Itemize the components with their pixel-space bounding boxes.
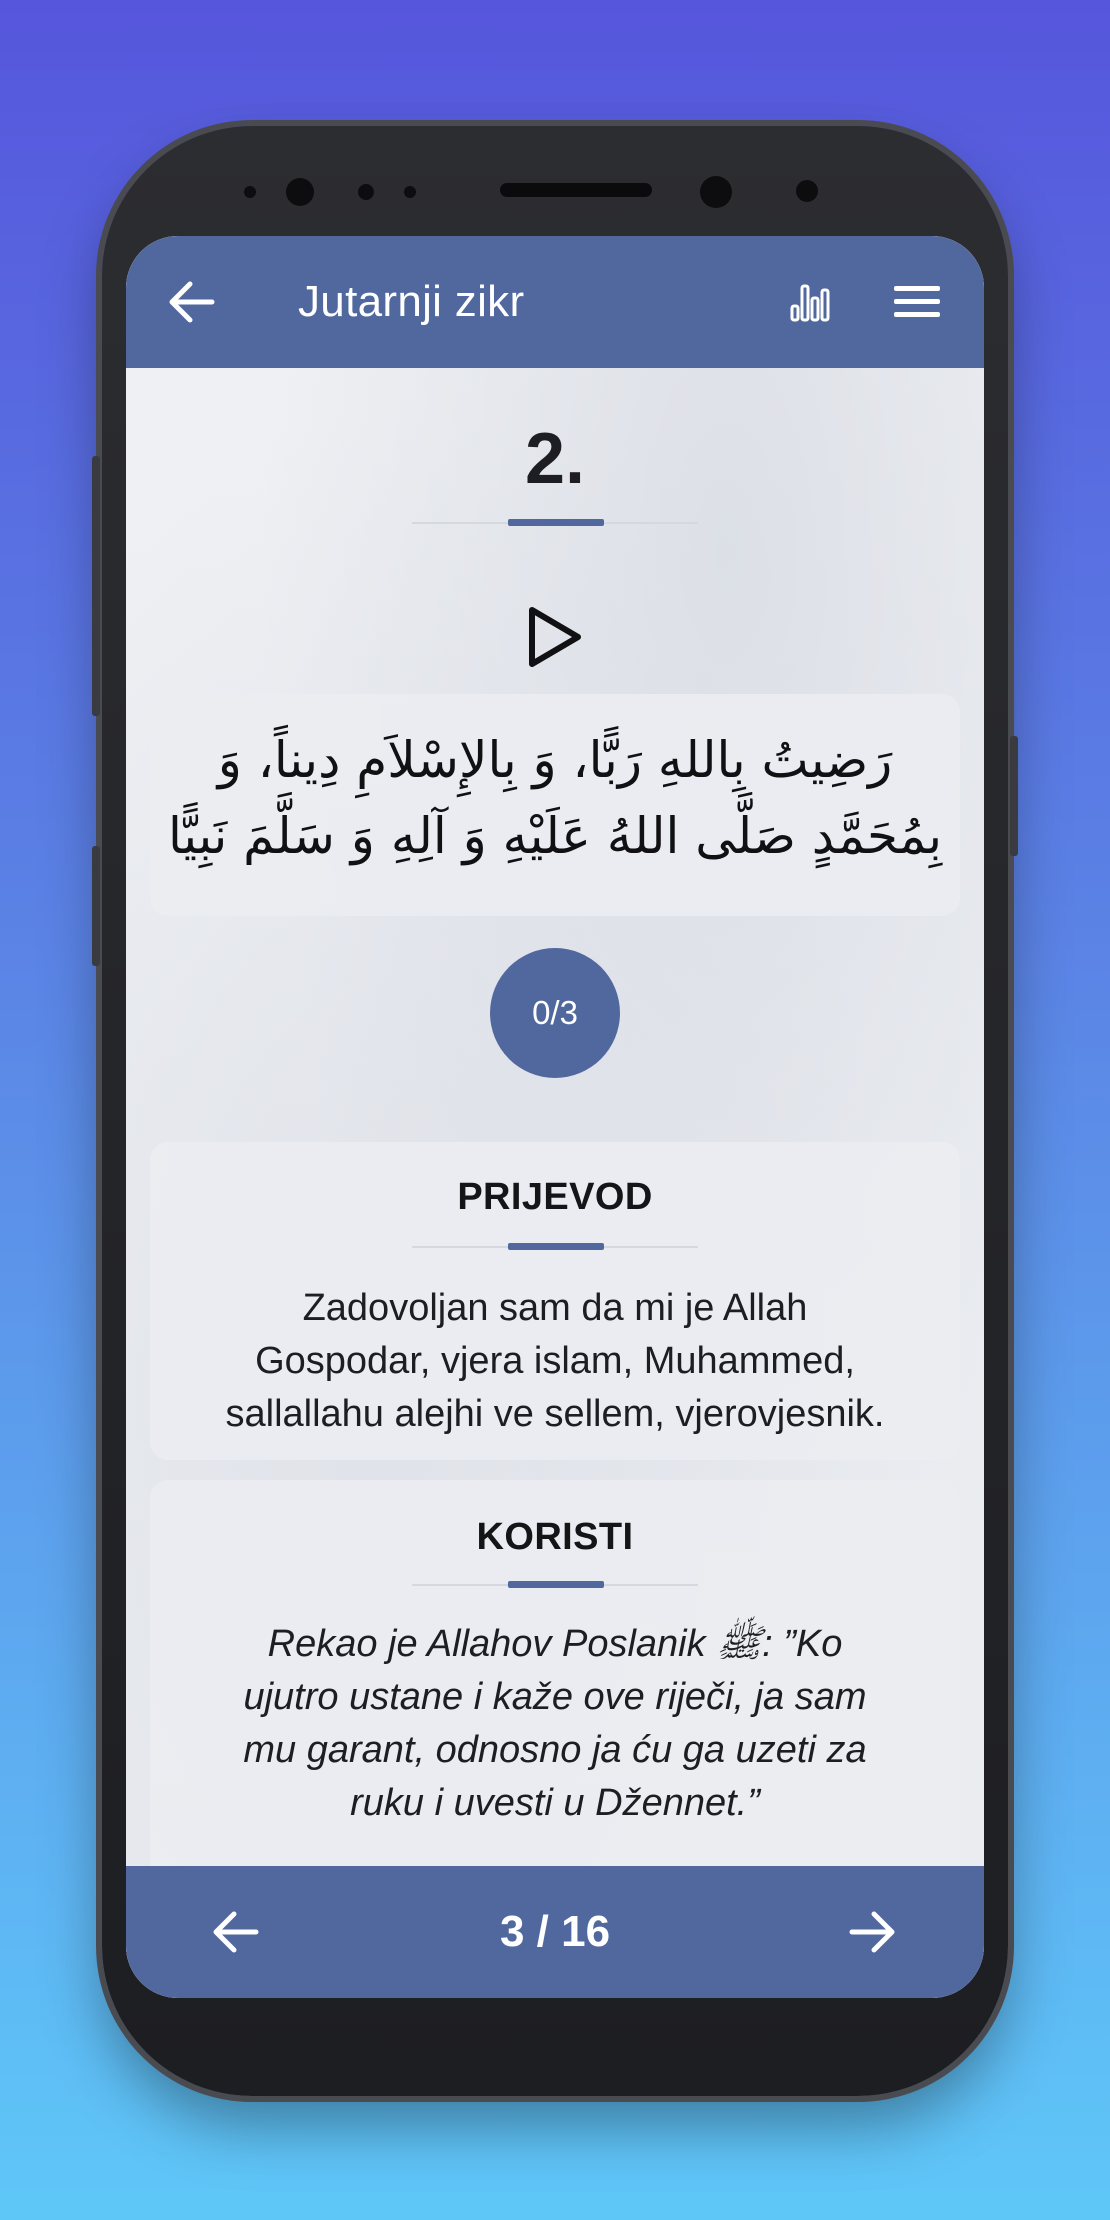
repetition-counter[interactable]: 0/3	[490, 948, 620, 1078]
benefits-line-2: ujutro ustane i kaže ove riječi, ja sam	[243, 1676, 867, 1718]
arabic-line-1: رَضِيتُ بِاللهِ رَبًّا، وَ بِالإِسْلاَمِ…	[217, 731, 893, 789]
dhikr-content[interactable]: 2. رَضِيتُ بِاللهِ رَبًّا، وَ بِالإِسْلا…	[126, 368, 984, 1890]
app-screen: Jutarnji zikr 2. رَضِيتُ بِاللهِ رَبًّا،…	[126, 236, 984, 1998]
translation-line-1: Zadovoljan sam da mi je Allah	[302, 1287, 808, 1329]
power-button	[1010, 736, 1018, 856]
divider-accent	[508, 519, 604, 526]
phone-frame: Jutarnji zikr 2. رَضِيتُ بِاللهِ رَبًّا،…	[92, 126, 1018, 2096]
dhikr-number: 2.	[524, 419, 586, 499]
arrow-left-icon[interactable]	[168, 280, 216, 324]
divider-accent	[508, 1581, 604, 1588]
play-icon[interactable]	[520, 604, 586, 670]
front-camera	[286, 178, 314, 206]
iris-scanner	[700, 176, 732, 208]
arrow-right-icon[interactable]	[848, 1910, 896, 1954]
translation-card: PRIJEVOD Zadovoljan sam da mi je Allah G…	[150, 1142, 960, 1460]
sensor-dot	[404, 186, 416, 198]
benefits-line-3: mu garant, odnosno ja ću ga uzeti za	[243, 1729, 867, 1771]
benefits-line-4: ruku i uvesti u Džennet.”	[350, 1782, 760, 1824]
top-app-bar: Jutarnji zikr	[126, 236, 984, 368]
volume-button	[92, 456, 100, 716]
benefits-card: KORISTI Rekao je Allahov Poslanik ﷺ: ”Ko…	[150, 1480, 960, 1890]
sensor-dot	[796, 180, 818, 202]
sensor-dot	[358, 184, 374, 200]
bottom-nav-bar: 3 / 16	[126, 1866, 984, 1998]
arabic-text-card: رَضِيتُ بِاللهِ رَبًّا، وَ بِالإِسْلاَمِ…	[150, 694, 960, 916]
translation-heading: PRIJEVOD	[457, 1176, 653, 1218]
sensor-dot	[244, 186, 256, 198]
translation-line-2: Gospodar, vjera islam, Muhammed,	[255, 1340, 855, 1382]
page-title: Jutarnji zikr	[298, 277, 525, 326]
benefits-heading: KORISTI	[476, 1516, 634, 1558]
divider-accent	[508, 1243, 604, 1250]
arabic-line-2: بِمُحَمَّدٍ صَلَّى اللهُ عَلَيْهِ وَ آلِ…	[167, 807, 943, 865]
side-button	[92, 846, 100, 966]
hamburger-menu-icon[interactable]	[894, 284, 940, 320]
earpiece-speaker	[500, 183, 652, 197]
translation-line-3: sallallahu alejhi ve sellem, vjerovjesni…	[225, 1393, 885, 1435]
bar-chart-icon[interactable]	[790, 280, 830, 322]
benefits-line-1: Rekao je Allahov Poslanik ﷺ: ”Ko	[267, 1623, 843, 1665]
